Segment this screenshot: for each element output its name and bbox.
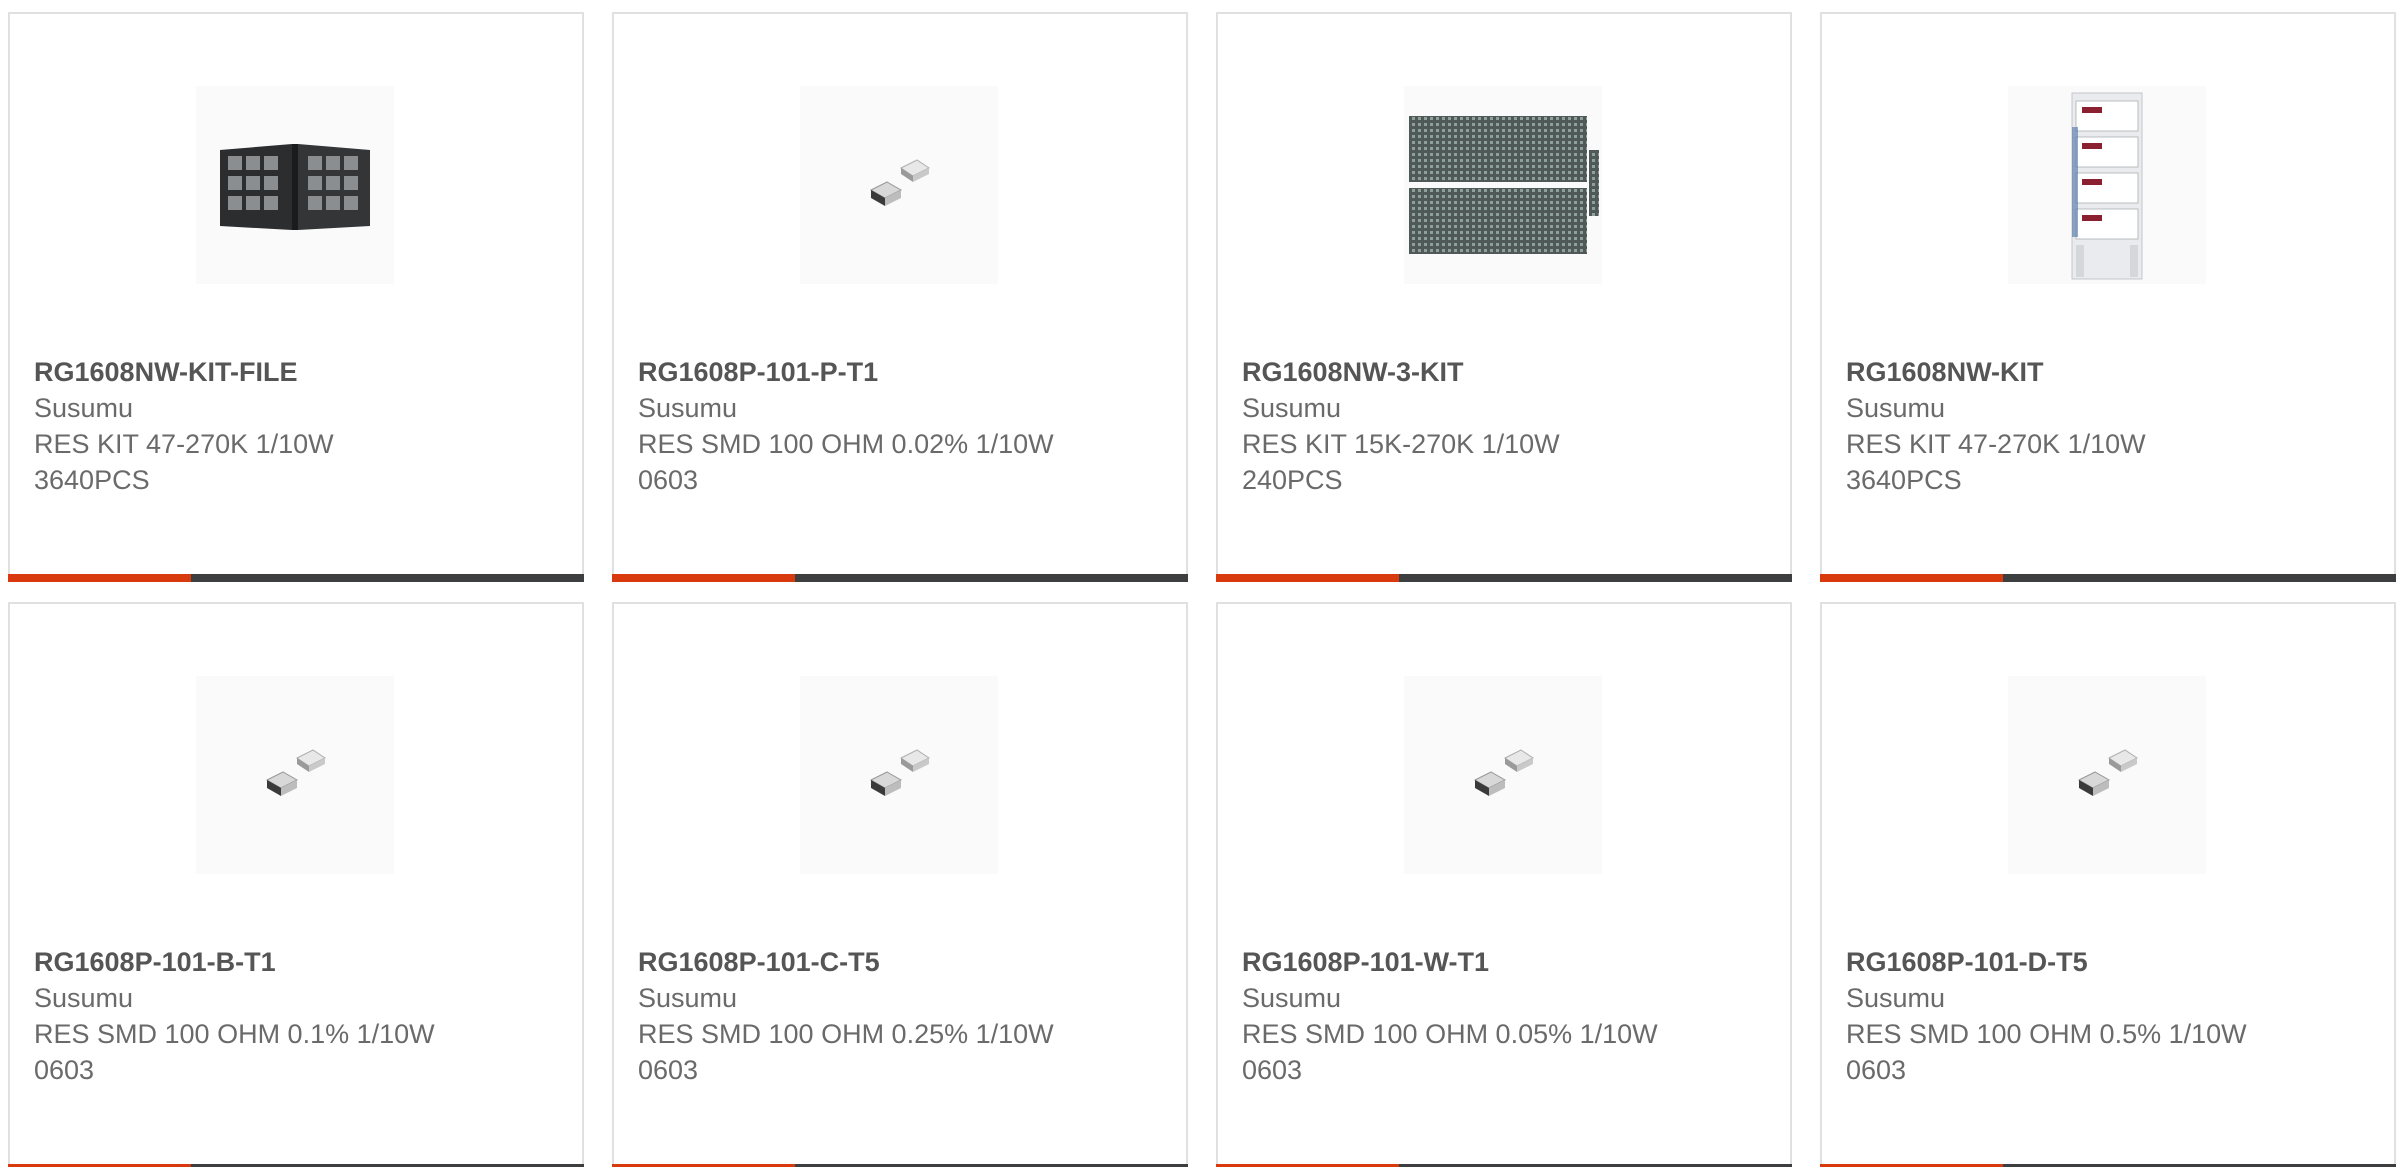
product-image[interactable] [2008,86,2206,284]
drawer-kit-image [2071,92,2143,280]
card-accent [1820,574,2003,582]
tape-strip-kit-image [1409,116,1599,254]
description: RES SMD 100 OHM 0.25% 1/10W 0603 [638,1019,1054,1085]
product-card[interactable]: RG1608P-101-D-T5 Susumu RES SMD 100 OHM … [1820,602,2396,1167]
manufacturer: Susumu [1242,393,1342,423]
part-number[interactable]: RG1608NW-KIT-FILE [34,354,534,390]
part-number[interactable]: RG1608NW-3-KIT [1242,354,1742,390]
product-card[interactable]: RG1608P-101-W-T1 Susumu RES SMD 100 OHM … [1216,602,1792,1167]
part-number[interactable]: RG1608P-101-W-T1 [1242,944,1742,980]
product-info: RG1608P-101-W-T1 Susumu RES SMD 100 OHM … [1242,944,1742,1088]
description: RES SMD 100 OHM 0.02% 1/10W 0603 [638,429,1054,495]
product-image[interactable] [800,676,998,874]
description: RES KIT 15K-270K 1/10W 240PCS [1242,429,1560,495]
card-bottom-bar [612,574,1188,582]
part-number[interactable]: RG1608NW-KIT [1846,354,2346,390]
product-card[interactable]: RG1608NW-KIT Susumu RES KIT 47-270K 1/10… [1820,12,2396,582]
product-image[interactable] [196,86,394,284]
product-info: RG1608P-101-D-T5 Susumu RES SMD 100 OHM … [1846,944,2346,1088]
product-info: RG1608NW-KIT Susumu RES KIT 47-270K 1/10… [1846,354,2346,498]
product-info: RG1608P-101-C-T5 Susumu RES SMD 100 OHM … [638,944,1138,1088]
description: RES SMD 100 OHM 0.1% 1/10W 0603 [34,1019,435,1085]
smd-resistor-image [265,749,326,796]
product-info: RG1608NW-KIT-FILE Susumu RES KIT 47-270K… [34,354,534,498]
card-bottom-bar [1820,574,2396,582]
product-card[interactable]: RG1608P-101-B-T1 Susumu RES SMD 100 OHM … [8,602,584,1167]
product-image[interactable] [800,86,998,284]
manufacturer: Susumu [1242,983,1342,1013]
manufacturer: Susumu [638,393,738,423]
product-card[interactable]: RG1608NW-3-KIT Susumu RES KIT 15K-270K 1… [1216,12,1792,582]
binder-kit-image [220,144,370,230]
product-card[interactable]: RG1608P-101-P-T1 Susumu RES SMD 100 OHM … [612,12,1188,582]
card-bottom-bar [8,574,584,582]
product-grid: RG1608NW-KIT-FILE Susumu RES KIT 47-270K… [0,0,2400,1167]
description: RES KIT 47-270K 1/10W 3640PCS [1846,429,2146,495]
part-number[interactable]: RG1608P-101-C-T5 [638,944,1138,980]
manufacturer: Susumu [34,393,134,423]
manufacturer: Susumu [1846,393,1946,423]
product-info: RG1608P-101-P-T1 Susumu RES SMD 100 OHM … [638,354,1138,498]
description: RES SMD 100 OHM 0.05% 1/10W 0603 [1242,1019,1658,1085]
part-number[interactable]: RG1608P-101-B-T1 [34,944,534,980]
card-accent [612,574,795,582]
card-accent [8,574,191,582]
manufacturer: Susumu [34,983,134,1013]
part-number[interactable]: RG1608P-101-D-T5 [1846,944,2346,980]
smd-resistor-image [2077,749,2138,796]
product-card[interactable]: RG1608NW-KIT-FILE Susumu RES KIT 47-270K… [8,12,584,582]
part-number[interactable]: RG1608P-101-P-T1 [638,354,1138,390]
smd-resistor-image [869,159,930,206]
product-image[interactable] [1404,676,1602,874]
product-image[interactable] [2008,676,2206,874]
description: RES SMD 100 OHM 0.5% 1/10W 0603 [1846,1019,2247,1085]
smd-resistor-image [869,749,930,796]
manufacturer: Susumu [1846,983,1946,1013]
manufacturer: Susumu [638,983,738,1013]
smd-resistor-image [1473,749,1534,796]
product-card[interactable]: RG1608P-101-C-T5 Susumu RES SMD 100 OHM … [612,602,1188,1167]
product-info: RG1608P-101-B-T1 Susumu RES SMD 100 OHM … [34,944,534,1088]
product-image[interactable] [196,676,394,874]
description: RES KIT 47-270K 1/10W 3640PCS [34,429,334,495]
card-bottom-bar [1216,574,1792,582]
product-image[interactable] [1404,86,1602,284]
card-accent [1216,574,1399,582]
product-info: RG1608NW-3-KIT Susumu RES KIT 15K-270K 1… [1242,354,1742,498]
